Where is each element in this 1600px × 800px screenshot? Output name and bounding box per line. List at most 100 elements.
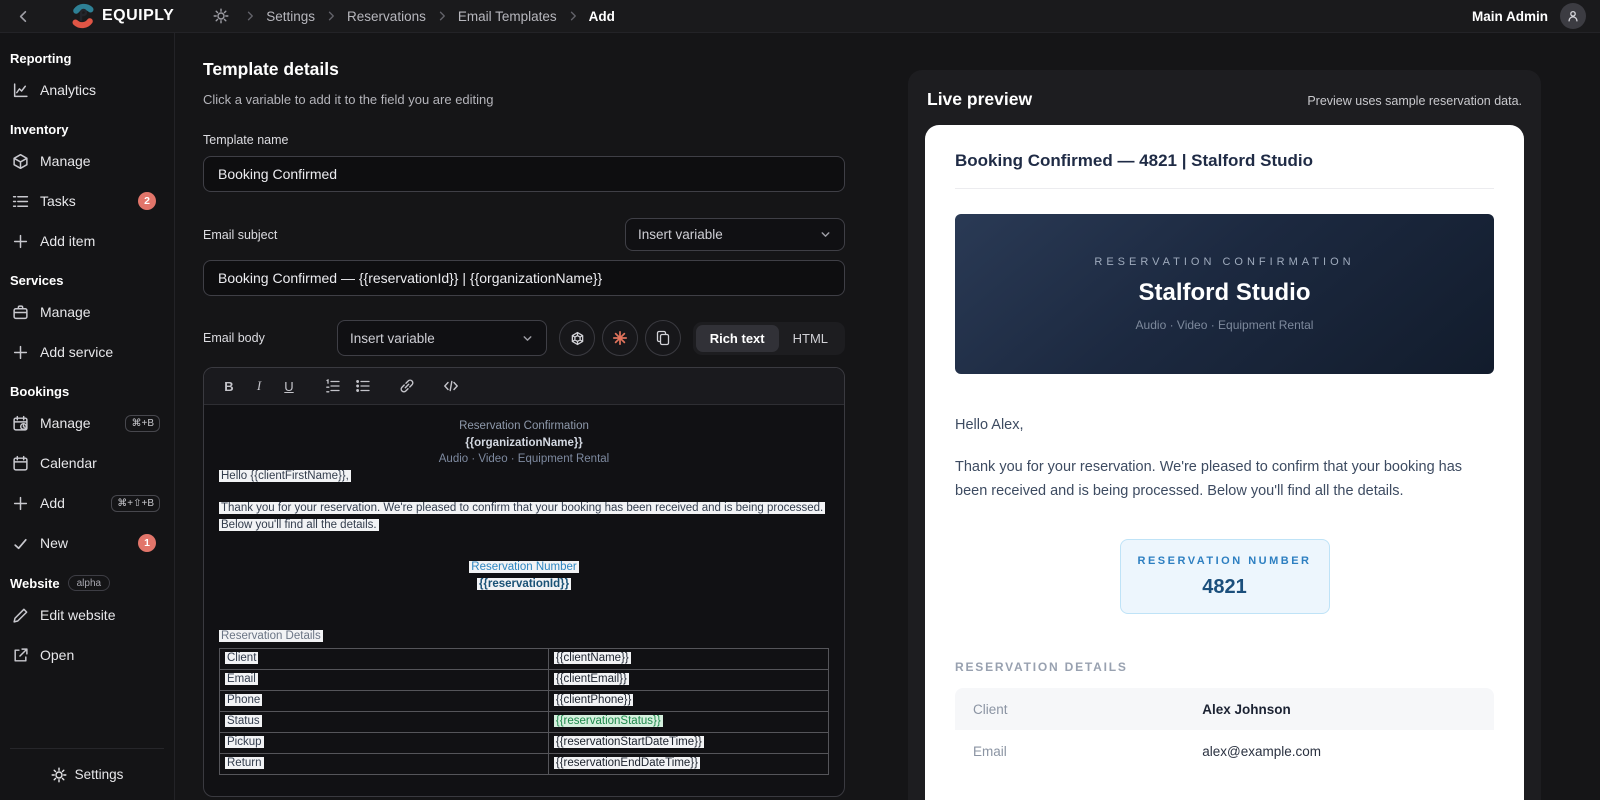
sidebar-item-calendar[interactable]: Calendar: [10, 443, 164, 483]
editor-tagline: Audio · Video · Equipment Rental: [438, 453, 610, 465]
italic-button[interactable]: I: [246, 373, 272, 399]
table-row: Client Alex Johnson: [955, 688, 1494, 730]
pencil-icon: [12, 607, 29, 624]
ordered-list-button[interactable]: [320, 373, 346, 399]
preview-org-name: Stalford Studio: [1138, 279, 1311, 306]
sidebar-header-label: Website: [10, 575, 60, 591]
sidebar-item-bookings-manage[interactable]: Manage ⌘+B: [10, 403, 164, 443]
check-icon: [12, 535, 29, 552]
editor-details-table: Client {{clientName}} Email {{clientEmai…: [219, 647, 830, 775]
live-preview-panel: Live preview Preview uses sample reserva…: [908, 70, 1541, 800]
sidebar-item-new-bookings[interactable]: New 1: [10, 523, 164, 563]
editor-paragraph: Thank you for your reservation. We're pl…: [219, 502, 826, 531]
equiply-logo-icon: [70, 3, 96, 29]
sidebar-header-website: Website alpha: [10, 575, 164, 591]
external-link-icon: [12, 647, 29, 664]
row-label: Pickup: [225, 736, 264, 749]
brand-logo[interactable]: EQUIPLY: [70, 3, 174, 29]
email-body-label: Email body: [203, 331, 265, 345]
sidebar-header-services: Services: [10, 273, 64, 288]
email-subject-input[interactable]: [203, 260, 845, 296]
editor-details-heading: Reservation Details: [219, 630, 323, 642]
row-variable: {{clientName}}: [553, 652, 631, 665]
sidebar-header-bookings: Bookings: [10, 384, 70, 399]
table-row: Email {{clientEmail}}: [219, 668, 830, 691]
copy-template-button[interactable]: [645, 320, 681, 356]
sidebar-item-services-manage[interactable]: Manage: [10, 292, 164, 332]
user-name: Main Admin: [1472, 8, 1548, 24]
plus-icon: [12, 344, 29, 361]
sidebar-header-inventory: Inventory: [10, 122, 69, 137]
table-row: Return {{reservationEndDateTime}}: [219, 752, 830, 775]
row-label: Client: [973, 701, 1008, 717]
sidebar: Reporting Analytics Inventory Manage Tas…: [0, 33, 175, 800]
table-row: Status {{reservationStatus}}: [219, 710, 830, 733]
body-insert-variable-select[interactable]: Insert variable: [337, 320, 547, 356]
row-variable: {{clientEmail}}: [553, 673, 629, 686]
mode-rich-text[interactable]: Rich text: [695, 324, 779, 352]
underline-button[interactable]: U: [276, 373, 302, 399]
link-button[interactable]: [394, 373, 420, 399]
task-list-icon: [12, 193, 29, 210]
sidebar-item-label: Add: [40, 495, 65, 511]
row-label: Email: [225, 673, 258, 686]
email-preview-card: Booking Confirmed — 4821 | Stalford Stud…: [925, 125, 1524, 800]
editor-greeting: Hello {{clientFirstName}},: [219, 469, 351, 482]
template-form: Template details Click a variable to add…: [175, 33, 845, 800]
divider: [955, 188, 1494, 189]
user-avatar[interactable]: [1560, 3, 1586, 29]
editor-mode-toggle: Rich text HTML: [692, 321, 845, 355]
breadcrumb-gear-button[interactable]: [208, 3, 234, 29]
breadcrumb-email-templates[interactable]: Email Templates: [458, 9, 557, 24]
analytics-icon: [12, 82, 29, 99]
rich-text-editor[interactable]: B I U Reservation Confirmation {{organiz…: [203, 367, 845, 797]
table-row: Client {{clientName}}: [219, 647, 830, 670]
new-bookings-count-badge: 1: [138, 534, 156, 552]
back-button[interactable]: [10, 3, 36, 29]
tasks-count-badge: 2: [138, 192, 156, 210]
chevron-right-icon: [436, 10, 448, 22]
gear-icon: [51, 767, 67, 783]
sidebar-item-label: Edit website: [40, 607, 116, 623]
editor-resnum-variable: {{reservationId}}: [476, 577, 572, 590]
bold-button[interactable]: B: [216, 373, 242, 399]
subject-insert-variable-select[interactable]: Insert variable: [625, 218, 845, 251]
preview-details-heading: RESERVATION DETAILS: [955, 660, 1128, 674]
plus-icon: [12, 233, 29, 250]
row-value: alex@example.com: [1202, 743, 1321, 759]
row-variable: {{reservationStartDateTime}}: [553, 736, 704, 749]
template-name-label: Template name: [203, 133, 289, 147]
sidebar-item-label: Manage: [40, 415, 91, 431]
template-name-input[interactable]: [203, 156, 845, 192]
sidebar-item-add-service[interactable]: Add service: [10, 332, 164, 372]
sidebar-item-tasks[interactable]: Tasks 2: [10, 181, 164, 221]
row-label: Email: [973, 743, 1007, 759]
mode-html[interactable]: HTML: [779, 325, 842, 352]
sidebar-item-add-booking[interactable]: Add ⌘+⇧+B: [10, 483, 164, 523]
preview-greeting: Hello Alex,: [955, 417, 1024, 433]
sidebar-item-label: Open: [40, 647, 75, 663]
row-variable-status: {{reservationStatus}}: [553, 715, 663, 728]
breadcrumb-reservations[interactable]: Reservations: [347, 9, 426, 24]
row-label: Status: [225, 715, 262, 728]
sidebar-item-inventory-manage[interactable]: Manage: [10, 141, 164, 181]
code-button[interactable]: [438, 373, 464, 399]
sidebar-item-add-item[interactable]: Add item: [10, 221, 164, 261]
keyboard-shortcut-badge: ⌘+B: [125, 414, 160, 432]
sidebar-item-open-website[interactable]: Open: [10, 635, 164, 675]
sidebar-item-edit-website[interactable]: Edit website: [10, 595, 164, 635]
calendar-icon: [12, 455, 29, 472]
sidebar-item-analytics[interactable]: Analytics: [10, 70, 164, 110]
breadcrumb-settings[interactable]: Settings: [266, 9, 315, 24]
app-root: EQUIPLY Settings Reservations Email Temp…: [0, 0, 1600, 800]
editor-resnum-label: Reservation Number: [469, 561, 579, 573]
openai-icon: [569, 330, 586, 347]
preview-hero-banner: RESERVATION CONFIRMATION Stalford Studio…: [955, 214, 1494, 374]
select-value: Insert variable: [638, 227, 723, 242]
bullet-list-button[interactable]: [350, 373, 376, 399]
ai-claude-button[interactable]: [602, 320, 638, 356]
ai-openai-button[interactable]: [559, 320, 595, 356]
claude-starburst-icon: [612, 330, 628, 346]
editor-content[interactable]: Reservation Confirmation {{organizationN…: [204, 405, 844, 788]
sidebar-settings-button[interactable]: Settings: [10, 748, 164, 800]
